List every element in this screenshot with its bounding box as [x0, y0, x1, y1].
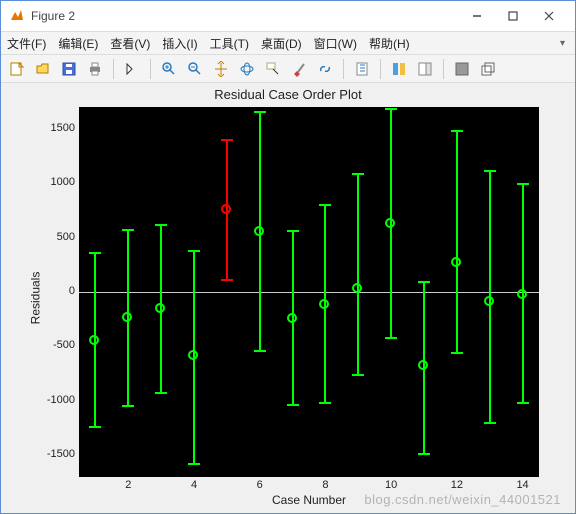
errorbar [94, 253, 96, 427]
brush-icon[interactable] [287, 58, 311, 80]
y-tick: -1000 [41, 394, 75, 406]
menubar: 文件(F) 编辑(E) 查看(V) 插入(I) 工具(T) 桌面(D) 窗口(W… [1, 31, 575, 55]
minimize-button[interactable] [459, 1, 495, 31]
colorbar-icon[interactable] [350, 58, 374, 80]
edit-plot-icon[interactable] [120, 58, 144, 80]
data-point [418, 360, 428, 370]
window-title: Figure 2 [31, 9, 459, 23]
y-tick: -500 [41, 339, 75, 351]
close-button[interactable] [531, 1, 567, 31]
menu-insert[interactable]: 插入(I) [162, 35, 197, 52]
maximize-button[interactable] [495, 1, 531, 31]
errorbar [193, 251, 195, 464]
menu-edit[interactable]: 编辑(E) [58, 35, 98, 52]
y-tick: 500 [41, 231, 75, 243]
rotate3d-icon[interactable] [235, 58, 259, 80]
matlab-logo-icon [9, 8, 25, 24]
y-axis-label: Residuals [28, 272, 42, 325]
dock-icon[interactable] [450, 58, 474, 80]
errorbar [522, 184, 524, 403]
data-point [254, 226, 264, 236]
link-icon[interactable] [313, 58, 337, 80]
y-tick: 1500 [41, 122, 75, 134]
errorbar [324, 205, 326, 403]
plot-area: Residual Case Order Plot Residuals Case … [1, 83, 575, 513]
menu-more-icon[interactable]: ▾ [560, 38, 569, 49]
errorbar [292, 231, 294, 405]
errorbar [357, 174, 359, 374]
open-icon[interactable] [31, 58, 55, 80]
x-tick: 12 [451, 479, 463, 491]
save-icon[interactable] [57, 58, 81, 80]
menu-window[interactable]: 窗口(W) [314, 35, 357, 52]
toolbar [1, 55, 575, 83]
x-tick: 4 [191, 479, 197, 491]
insert-legend-icon[interactable] [387, 58, 411, 80]
x-tick: 14 [516, 479, 528, 491]
undock-icon[interactable] [476, 58, 500, 80]
y-tick: 0 [41, 285, 75, 297]
menu-help[interactable]: 帮助(H) [369, 35, 410, 52]
new-figure-icon[interactable] [5, 58, 29, 80]
errorbar [127, 230, 129, 406]
print-icon[interactable] [83, 58, 107, 80]
zero-line [79, 292, 539, 293]
errorbar [259, 112, 261, 350]
errorbar [390, 109, 392, 338]
x-tick: 10 [385, 479, 397, 491]
data-point [451, 257, 461, 267]
data-point [352, 283, 362, 293]
x-tick: 6 [257, 479, 263, 491]
data-point [517, 289, 527, 299]
hide-plot-tools-icon[interactable] [413, 58, 437, 80]
errorbar [489, 171, 491, 422]
menu-tools[interactable]: 工具(T) [210, 35, 249, 52]
menu-view[interactable]: 查看(V) [110, 35, 150, 52]
menu-file[interactable]: 文件(F) [7, 35, 46, 52]
data-point [287, 313, 297, 323]
errorbar [423, 282, 425, 454]
x-tick: 8 [322, 479, 328, 491]
data-cursor-icon[interactable] [261, 58, 285, 80]
errorbar [226, 140, 228, 280]
chart-title: Residual Case Order Plot [1, 87, 575, 102]
errorbar [160, 225, 162, 394]
y-tick: 1000 [41, 176, 75, 188]
menu-desktop[interactable]: 桌面(D) [261, 35, 302, 52]
errorbar [456, 131, 458, 353]
titlebar: Figure 2 [1, 1, 575, 31]
y-tick: -1500 [41, 448, 75, 460]
pan-icon[interactable] [209, 58, 233, 80]
data-point [484, 296, 494, 306]
zoom-in-icon[interactable] [157, 58, 181, 80]
x-axis-label: Case Number [79, 493, 539, 507]
zoom-out-icon[interactable] [183, 58, 207, 80]
x-tick: 2 [125, 479, 131, 491]
